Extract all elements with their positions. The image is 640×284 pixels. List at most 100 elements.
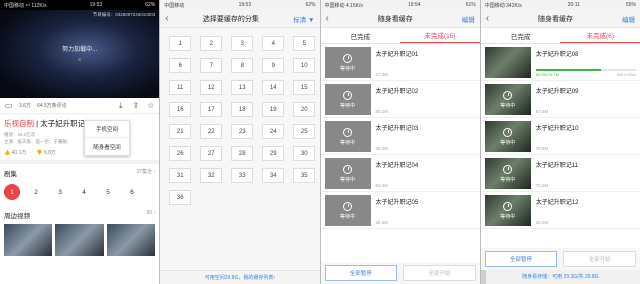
episode-1[interactable]: 1	[4, 184, 20, 200]
edit-button[interactable]: 编辑	[622, 14, 635, 24]
episode-cell[interactable]: 33	[231, 168, 254, 183]
comment-icon[interactable]: ▭	[4, 101, 13, 110]
episode-cell[interactable]: 10	[293, 58, 316, 73]
episode-6[interactable]: 6	[124, 184, 140, 200]
pause-all-button[interactable]: 全部暂停	[484, 251, 558, 267]
tab-pending[interactable]: 未完成(15)	[400, 28, 480, 43]
cache-item[interactable]: 等待中 太子妃升职记11 70.9M	[480, 155, 640, 192]
cache-item-status: 等待中	[500, 139, 516, 146]
status-time: 19:53	[238, 2, 252, 8]
episode-cell[interactable]: 23	[231, 124, 254, 139]
nearby-more-link[interactable]: 50 ›	[147, 210, 156, 220]
cache-item-title: 太子妃升职记02	[375, 89, 419, 95]
episode-3[interactable]: 3	[52, 184, 68, 200]
episode-cell[interactable]: 32	[200, 168, 223, 183]
nearby-video-thumb[interactable]	[106, 224, 156, 256]
episode-cell[interactable]: 22	[200, 124, 223, 139]
episode-cell[interactable]: 35	[293, 168, 316, 183]
episode-cell[interactable]: 36	[169, 190, 192, 205]
episode-cell[interactable]: 17	[200, 102, 223, 117]
cache-item-status: 等待中	[339, 176, 355, 183]
cache-item[interactable]: 等待中 太子妃升职记09 67.6M	[480, 81, 640, 118]
cache-item-title: 太子妃升职记04	[375, 163, 419, 169]
status-bar: 中国移动 ⁴ᴳ 112K/s 19:53 62%	[0, 0, 160, 10]
episode-cell[interactable]: 13	[231, 80, 254, 95]
nearby-video-thumb[interactable]	[4, 224, 53, 256]
episode-4[interactable]: 4	[76, 184, 92, 200]
episode-cell[interactable]: 11	[169, 80, 192, 95]
episode-cell[interactable]: 3	[231, 36, 254, 51]
episode-grid: 1 2 3 4 5 6 7 8 9 10 11 12 13 14 15 16 17 18 19 20 21 22 23 24 2…	[160, 28, 319, 213]
cache-item-size: 67.6M	[535, 109, 549, 114]
video-player[interactable]: 节目编号：0325097246010303 努力加载中... 8	[0, 10, 160, 98]
screenshot-collage: 中国移动 ⁴ᴳ 112K/s 19:53 62% 节目编号：0325097246…	[0, 0, 640, 284]
episode-cell[interactable]: 27	[200, 146, 223, 161]
dislike-button[interactable]: 👎 6.8万	[36, 149, 56, 156]
episode-list: 1 2 3 4 5 6	[0, 182, 159, 206]
episode-cell[interactable]: 6	[169, 58, 192, 73]
pause-all-button[interactable]: 全部暂停	[324, 265, 398, 281]
episode-cell[interactable]: 5	[293, 36, 316, 51]
episode-2[interactable]: 2	[28, 184, 44, 200]
cache-item-title: 太子妃升职记11	[535, 163, 578, 169]
status-carrier: 中国移动 342K/s	[484, 2, 522, 9]
download-icon[interactable]: ⤓	[116, 101, 125, 110]
edit-button[interactable]: 编辑	[462, 14, 475, 24]
cache-item-status: 等待中	[339, 213, 355, 220]
progress-fill	[535, 69, 601, 71]
episode-cell[interactable]: 21	[169, 124, 192, 139]
episode-cell[interactable]: 7	[200, 58, 223, 73]
cache-item[interactable]: 等待中 太子妃升职记10 76.8M	[480, 118, 640, 155]
cache-item[interactable]: 等待中 太子妃升职记12 36.3M	[480, 192, 640, 229]
cache-item-info: 太子妃升职记05 58.6M	[376, 195, 476, 225]
cache-item-status: 等待中	[339, 65, 355, 72]
episode-cell[interactable]: 24	[262, 124, 285, 139]
tab-completed[interactable]: 已完成	[481, 28, 561, 43]
episode-5[interactable]: 5	[100, 184, 116, 200]
cache-item[interactable]: 等待中 太子妃升职记03 65.2M	[320, 118, 480, 155]
episode-cell[interactable]: 28	[231, 146, 254, 161]
episodes-more-link[interactable]: 37集全 ›	[137, 168, 156, 178]
episodes-header: 剧集 37集全 ›	[0, 164, 159, 182]
cache-item[interactable]: 太子妃升职记08 50.0M/76.7M 306.0 KB/s	[480, 44, 640, 81]
cache-item[interactable]: 等待中 太子妃升职记02 60.1M	[320, 81, 480, 118]
start-all-button[interactable]: 全部开始	[403, 265, 476, 281]
episode-cell[interactable]: 19	[262, 102, 285, 117]
nearby-video-thumb[interactable]	[55, 224, 104, 256]
popup-card-space[interactable]: 随身看空间	[85, 138, 129, 155]
episode-cell[interactable]: 1	[169, 36, 192, 51]
clock-icon	[503, 164, 513, 174]
episode-cell[interactable]: 34	[262, 168, 285, 183]
tab-pending[interactable]: 未完成(6)	[560, 28, 640, 43]
cache-item[interactable]: 等待中 太子妃升职记05 58.6M	[320, 192, 480, 229]
storage-footer-link[interactable]: 可用空间29.8G，我的缓存列表›	[160, 270, 320, 284]
like-button[interactable]: 👍 40.1万	[4, 149, 26, 156]
episode-cell[interactable]: 20	[293, 102, 316, 117]
cache-item[interactable]: 等待中 太子妃升职记04 63.4M	[320, 155, 480, 192]
episode-cell[interactable]: 29	[262, 146, 285, 161]
start-all-button[interactable]: 全部开始	[563, 251, 636, 267]
cache-item[interactable]: 等待中 太子妃升职记01 67.2M	[320, 44, 480, 81]
episode-cell[interactable]: 25	[293, 124, 316, 139]
episode-cell[interactable]: 30	[293, 146, 316, 161]
episode-cell[interactable]: 31	[169, 168, 192, 183]
quality-dropdown[interactable]: 标清 ▼	[293, 14, 314, 24]
episode-cell[interactable]: 26	[169, 146, 192, 161]
episode-cell[interactable]: 15	[293, 80, 316, 95]
share-icon[interactable]: ⇪	[131, 101, 140, 110]
episode-cell[interactable]: 16	[169, 102, 192, 117]
episode-cell[interactable]: 12	[200, 80, 223, 95]
episode-cell[interactable]: 18	[231, 102, 254, 117]
cache-item-cover: 等待中	[324, 84, 371, 115]
cast: 主演：张天爱、盛一伦、于朦胧、	[4, 139, 72, 144]
popup-phone-space[interactable]: 手机空间	[85, 121, 129, 138]
cache-item-info: 太子妃升职记08 50.0M/76.7M 306.0 KB/s	[535, 47, 636, 77]
episode-cell[interactable]: 9	[262, 58, 285, 73]
cache-item-size: 63.4M	[375, 183, 389, 188]
episode-cell[interactable]: 8	[231, 58, 254, 73]
star-icon[interactable]: ☆	[146, 101, 155, 110]
episode-cell[interactable]: 2	[200, 36, 223, 51]
tab-completed[interactable]: 已完成	[321, 28, 401, 43]
episode-cell[interactable]: 4	[262, 36, 285, 51]
episode-cell[interactable]: 14	[262, 80, 285, 95]
